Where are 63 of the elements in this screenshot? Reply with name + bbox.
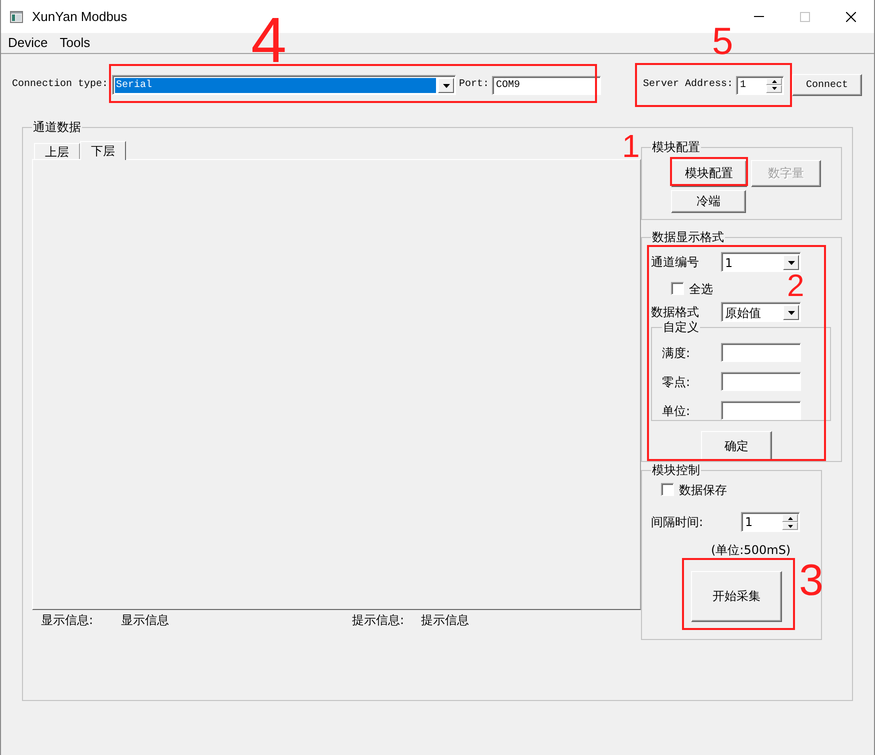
- caret-down-icon: [442, 84, 450, 88]
- spin-down-button[interactable]: [782, 522, 798, 530]
- input-field[interactable]: [721, 343, 801, 362]
- dropdown-button[interactable]: [783, 255, 799, 270]
- info-label: 显示信息:: [41, 613, 94, 627]
- port-label: Port:: [459, 79, 490, 91]
- field-label: 零点:: [662, 374, 692, 388]
- start-collection-button[interactable]: 开始采集: [691, 571, 782, 622]
- connect-button[interactable]: Connect: [792, 74, 862, 96]
- save-data-checkbox[interactable]: [661, 483, 674, 496]
- group-title: 数据显示格式: [651, 230, 725, 244]
- annotation-number: 5: [712, 29, 734, 56]
- checkbox-label: 全选: [689, 282, 713, 296]
- checkbox-label: 数据保存: [679, 482, 727, 496]
- info-value: 提示信息: [421, 613, 469, 627]
- menu-item[interactable]: Tools: [54, 35, 96, 51]
- info-value: 显示信息: [121, 613, 169, 627]
- group-title: 通道数据: [32, 120, 82, 134]
- group-title: 模块配置: [651, 140, 701, 154]
- spin-up-button[interactable]: [782, 514, 798, 522]
- server-address-spinbox[interactable]: 1: [736, 76, 784, 94]
- close-icon[interactable]: [846, 12, 856, 22]
- menu-item[interactable]: Device: [2, 35, 54, 51]
- app-icon: [10, 10, 23, 22]
- info-label: 提示信息:: [352, 613, 406, 627]
- data-format-dropdown[interactable]: 原始值: [721, 302, 801, 322]
- caret-up-icon: [772, 80, 777, 83]
- cold-junction-button[interactable]: 冷端: [671, 190, 746, 213]
- input-field[interactable]: [721, 401, 801, 420]
- dropdown-button[interactable]: [438, 78, 454, 93]
- data-format-label: 数据格式: [651, 305, 700, 319]
- caret-down-icon: [788, 260, 794, 264]
- caret-up-icon: [788, 516, 792, 520]
- window-title: XunYan Modbus: [32, 9, 128, 24]
- unit-note: (单位:500mS): [711, 543, 792, 557]
- dropdown-button[interactable]: [783, 305, 799, 320]
- annotation-number: 4: [251, 17, 287, 64]
- input-field[interactable]: [721, 372, 801, 391]
- port-field[interactable]: COM9: [492, 76, 602, 94]
- group-title: 模块控制: [651, 463, 701, 477]
- channel-number-label: 通道编号: [651, 255, 700, 269]
- interval-label: 间隔时间:: [651, 515, 704, 529]
- field-label: 满度:: [662, 346, 692, 360]
- select-all-checkbox[interactable]: [671, 282, 684, 295]
- tab[interactable]: 下层: [80, 141, 126, 160]
- tab[interactable]: 上层: [34, 143, 80, 159]
- channel-number-dropdown[interactable]: 1: [721, 252, 801, 272]
- interval-spinbox[interactable]: 1: [741, 512, 800, 532]
- module-config-button[interactable]: 模块配置: [671, 160, 747, 187]
- server-address-label: Server Address:: [643, 79, 734, 91]
- field-label: 单位:: [662, 404, 692, 418]
- caret-down-icon: [788, 524, 792, 528]
- spin-down-button[interactable]: [766, 85, 782, 92]
- annotation-number: 1: [622, 135, 640, 158]
- connection-type-label: Connection type:: [12, 79, 108, 91]
- annotation-number: 3: [799, 565, 824, 597]
- annotation-number: 2: [787, 275, 804, 298]
- confirm-button[interactable]: 确定: [701, 431, 772, 461]
- caret-down-icon: [772, 87, 777, 90]
- caret-down-icon: [788, 310, 794, 314]
- spin-up-button[interactable]: [766, 78, 782, 85]
- group-title: 自定义: [662, 320, 700, 334]
- connection-type-dropdown[interactable]: Serial: [112, 75, 456, 95]
